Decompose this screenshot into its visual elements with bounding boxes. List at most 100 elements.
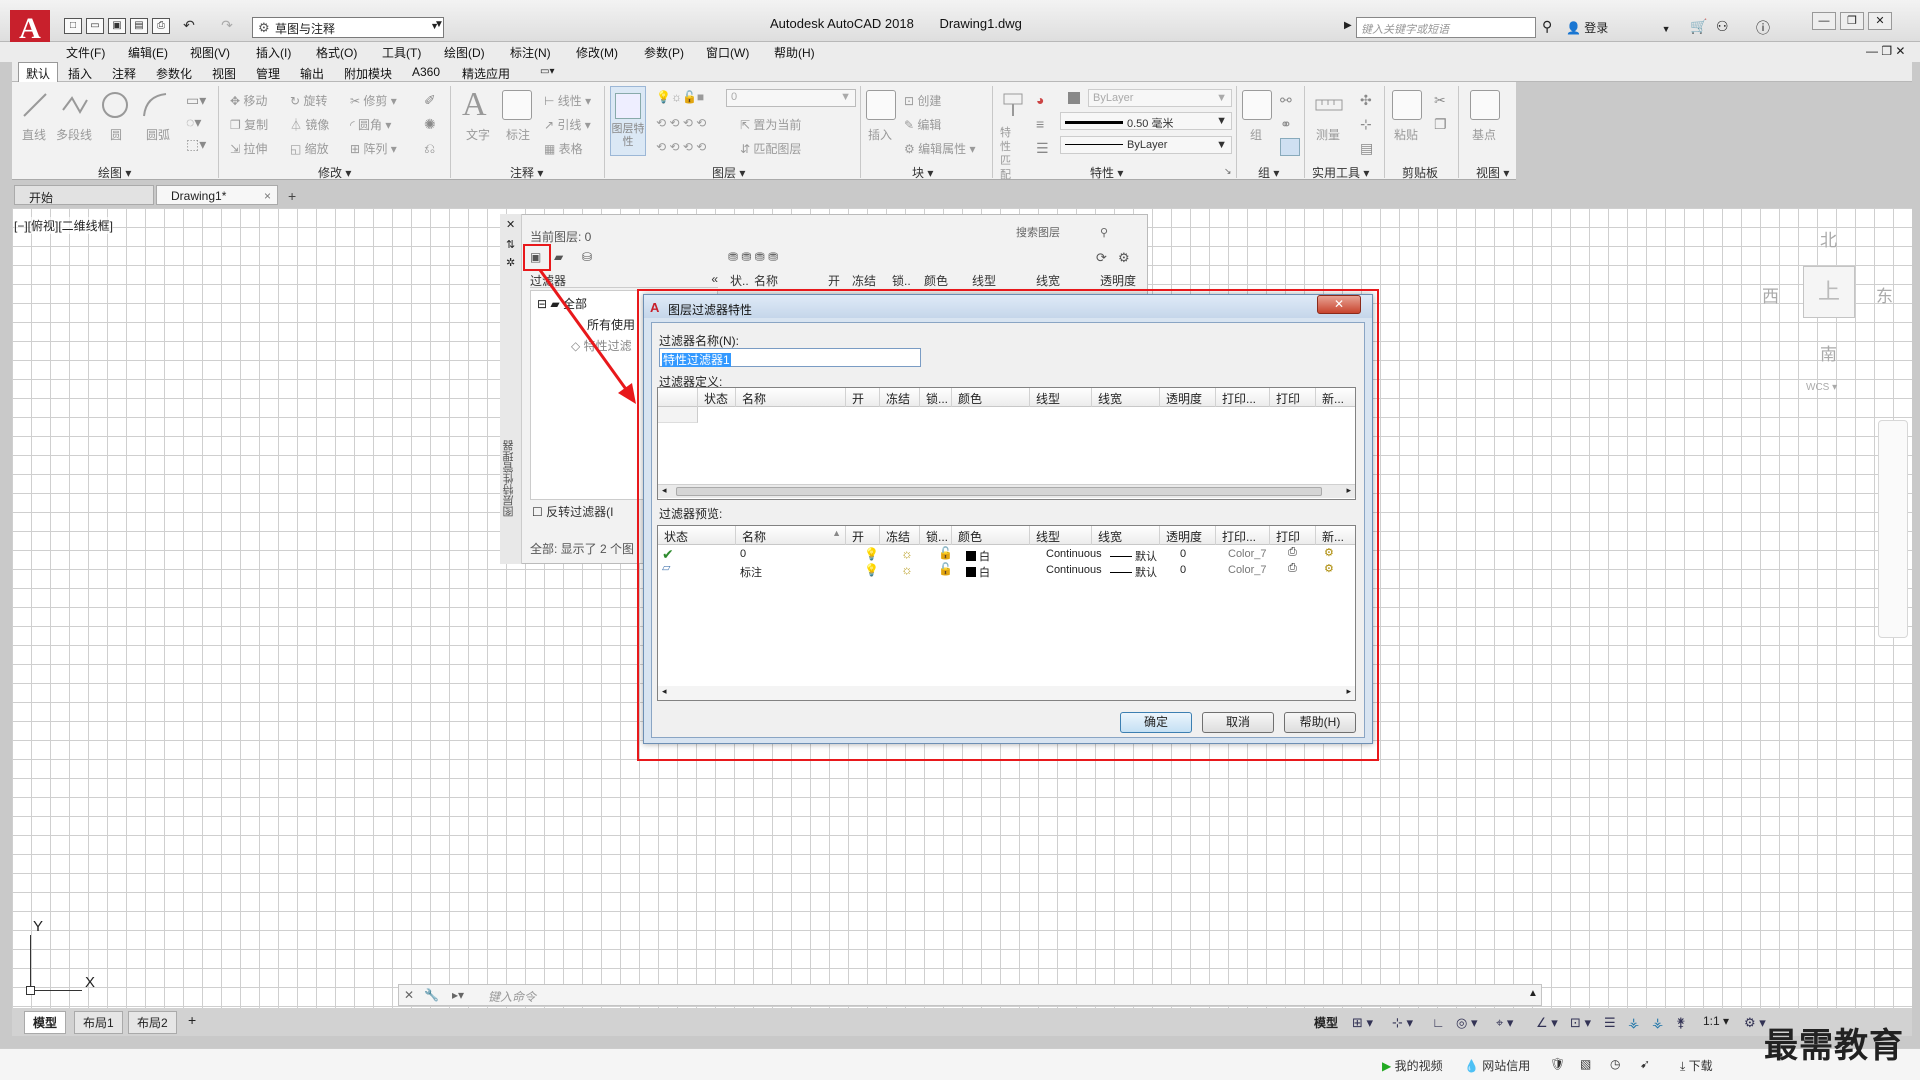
- search-expand-icon[interactable]: ▶: [1344, 20, 1352, 31]
- tab-output[interactable]: 输出: [294, 64, 330, 83]
- workspace-select[interactable]: ⚙ 草图与注释 ▼: [252, 17, 444, 38]
- edit-attribute-tool[interactable]: ⚙ 编辑属性 ▾: [904, 140, 975, 157]
- panel-title-block[interactable]: 块 ▾: [912, 164, 933, 181]
- snap-icon[interactable]: ⊹ ▾: [1392, 1015, 1413, 1031]
- cart-icon[interactable]: 🛒: [1690, 18, 1707, 35]
- binoculars-icon[interactable]: ⚲: [1542, 18, 1552, 35]
- measure-icon[interactable]: [1314, 90, 1344, 120]
- save-as-icon[interactable]: ▤: [130, 18, 148, 34]
- menu-help[interactable]: 帮助(H): [774, 44, 815, 61]
- leader-tool[interactable]: ↗ 引线 ▾: [544, 116, 591, 133]
- menu-modify[interactable]: 修改(M): [576, 44, 618, 61]
- set-current-tool[interactable]: ⇱ 置为当前: [740, 116, 801, 133]
- panel-title-modify[interactable]: 修改 ▾: [318, 164, 351, 181]
- menu-insert[interactable]: 插入(I): [256, 44, 291, 61]
- wrench-icon[interactable]: 🔧: [424, 988, 439, 1002]
- close-icon[interactable]: ✕: [506, 218, 515, 231]
- menu-dimension[interactable]: 标注(N): [510, 44, 551, 61]
- col-on[interactable]: 开: [828, 272, 840, 289]
- col-color[interactable]: 颜色: [924, 272, 948, 289]
- layer-search-input[interactable]: 搜索图层 ⚲: [1016, 224, 1108, 240]
- trim-tool[interactable]: ✂ 修剪 ▾: [350, 92, 397, 109]
- navigation-bar[interactable]: [1878, 420, 1908, 638]
- match-layer-tool[interactable]: ⇵ 匹配图层: [740, 140, 801, 157]
- viewcube-north[interactable]: 北: [1820, 226, 1837, 251]
- copy-tool[interactable]: ❐ 复制: [230, 116, 268, 133]
- menu-parametric[interactable]: 参数(P): [644, 44, 684, 61]
- undo-icon[interactable]: ↶: [180, 18, 198, 34]
- menu-view[interactable]: 视图(V): [190, 44, 230, 61]
- tab-start[interactable]: 开始: [14, 185, 154, 205]
- dimension-icon[interactable]: [502, 90, 532, 120]
- annotation-scale-icon[interactable]: ⚵: [1676, 1015, 1686, 1031]
- panel-title-annotation[interactable]: 注释 ▾: [510, 164, 543, 181]
- panel-launcher-icon[interactable]: ↘: [1224, 166, 1232, 177]
- array-tool[interactable]: ⊞ 阵列 ▾: [350, 140, 397, 157]
- hatch-icon[interactable]: ◌▾: [186, 114, 201, 131]
- point-id-icon[interactable]: ⊹: [1360, 116, 1372, 133]
- rectangle-icon[interactable]: ▭▾: [186, 92, 206, 109]
- panel-title-properties[interactable]: 特性 ▾: [1090, 164, 1123, 181]
- edit-block-tool[interactable]: ✎ 编辑: [904, 116, 941, 133]
- command-history-icon[interactable]: ▸▾: [452, 988, 464, 1002]
- model-space-toggle[interactable]: 模型: [1314, 1014, 1338, 1031]
- linear-tool[interactable]: ⊢ 线性 ▾: [544, 92, 591, 109]
- panel-title-groups[interactable]: 组 ▾: [1258, 164, 1279, 181]
- scale-tool[interactable]: ◱ 缩放: [290, 140, 329, 157]
- new-file-icon[interactable]: □: [64, 18, 82, 34]
- my-videos-link[interactable]: ▶ 我的视频: [1382, 1057, 1443, 1074]
- col-status[interactable]: 状..: [730, 272, 749, 289]
- new-layer-icons[interactable]: ⛃ ⛃ ⛃ ⛃: [728, 250, 778, 264]
- calculator-icon[interactable]: ▤: [1360, 140, 1373, 157]
- new-tab-icon[interactable]: +: [288, 188, 296, 204]
- erase-icon[interactable]: ✐: [424, 92, 436, 109]
- table-tool[interactable]: ▦ 表格: [544, 140, 583, 157]
- annotation-visibility-icon[interactable]: ⚶: [1628, 1015, 1639, 1031]
- layer-states-icon[interactable]: ⛁: [582, 250, 592, 264]
- collapse-icon[interactable]: «: [711, 272, 718, 286]
- col-freeze[interactable]: 冻结: [852, 272, 876, 289]
- layer-properties-button[interactable]: 图层特性: [610, 86, 646, 156]
- restore-button[interactable]: ❐: [1840, 12, 1864, 30]
- group-edit-icon[interactable]: ⚭: [1280, 116, 1292, 133]
- col-name[interactable]: 名称: [754, 272, 778, 289]
- save-icon[interactable]: ▣: [108, 18, 126, 34]
- tab-parametric[interactable]: 参数化: [150, 64, 198, 83]
- wcs-menu[interactable]: WCS ▾: [1806, 382, 1837, 393]
- panel-title-draw[interactable]: 绘图 ▾: [98, 164, 131, 181]
- polar-icon[interactable]: ◎ ▾: [1456, 1015, 1477, 1031]
- group-select-icon[interactable]: [1280, 138, 1300, 156]
- minimize-button[interactable]: —: [1812, 12, 1836, 30]
- close-icon[interactable]: ×: [264, 189, 271, 203]
- close-icon[interactable]: ✕: [404, 988, 414, 1002]
- help-icon[interactable]: ⓘ: [1756, 18, 1770, 38]
- open-file-icon[interactable]: ▭: [86, 18, 104, 34]
- menu-draw[interactable]: 绘图(D): [444, 44, 485, 61]
- tab-layout1[interactable]: 布局1: [74, 1011, 123, 1034]
- viewcube-west[interactable]: 西: [1762, 282, 1779, 307]
- line-icon[interactable]: [20, 90, 50, 120]
- annotation-scale[interactable]: 1:1 ▾: [1703, 1014, 1729, 1028]
- tab-layout2[interactable]: 布局2: [128, 1011, 177, 1034]
- tab-view[interactable]: 视图: [206, 64, 242, 83]
- login-button[interactable]: 👤 登录 ▼: [1566, 19, 1671, 36]
- region-icon[interactable]: ⬚▾: [186, 136, 206, 153]
- create-block-tool[interactable]: ⊡ 创建: [904, 92, 941, 109]
- otrack-icon[interactable]: ∠ ▾: [1536, 1015, 1558, 1031]
- add-layout-icon[interactable]: +: [188, 1012, 196, 1028]
- autohide-icon[interactable]: ⇅: [506, 238, 515, 251]
- quick-access-customize-icon[interactable]: ▼: [434, 19, 444, 30]
- search-input[interactable]: 键入关键字或短语: [1356, 17, 1536, 38]
- tab-home[interactable]: 默认: [18, 62, 59, 84]
- redo-icon[interactable]: ↷: [218, 18, 236, 34]
- menu-edit[interactable]: 编辑(E): [128, 44, 168, 61]
- layer-tools-row-2[interactable]: ⟲ ⟲ ⟲ ⟲: [656, 140, 706, 154]
- tab-manage[interactable]: 管理: [250, 64, 286, 83]
- col-lock[interactable]: 锁..: [892, 272, 911, 289]
- insert-block-icon[interactable]: [866, 90, 896, 120]
- col-lineweight[interactable]: 线宽: [1036, 272, 1060, 289]
- col-linetype[interactable]: 线型: [972, 272, 996, 289]
- viewport-controls[interactable]: [−][俯视][二维线框]: [14, 217, 114, 234]
- command-input[interactable]: 键入命令: [488, 988, 536, 1005]
- osnap-icon[interactable]: ⌖ ▾: [1496, 1015, 1513, 1031]
